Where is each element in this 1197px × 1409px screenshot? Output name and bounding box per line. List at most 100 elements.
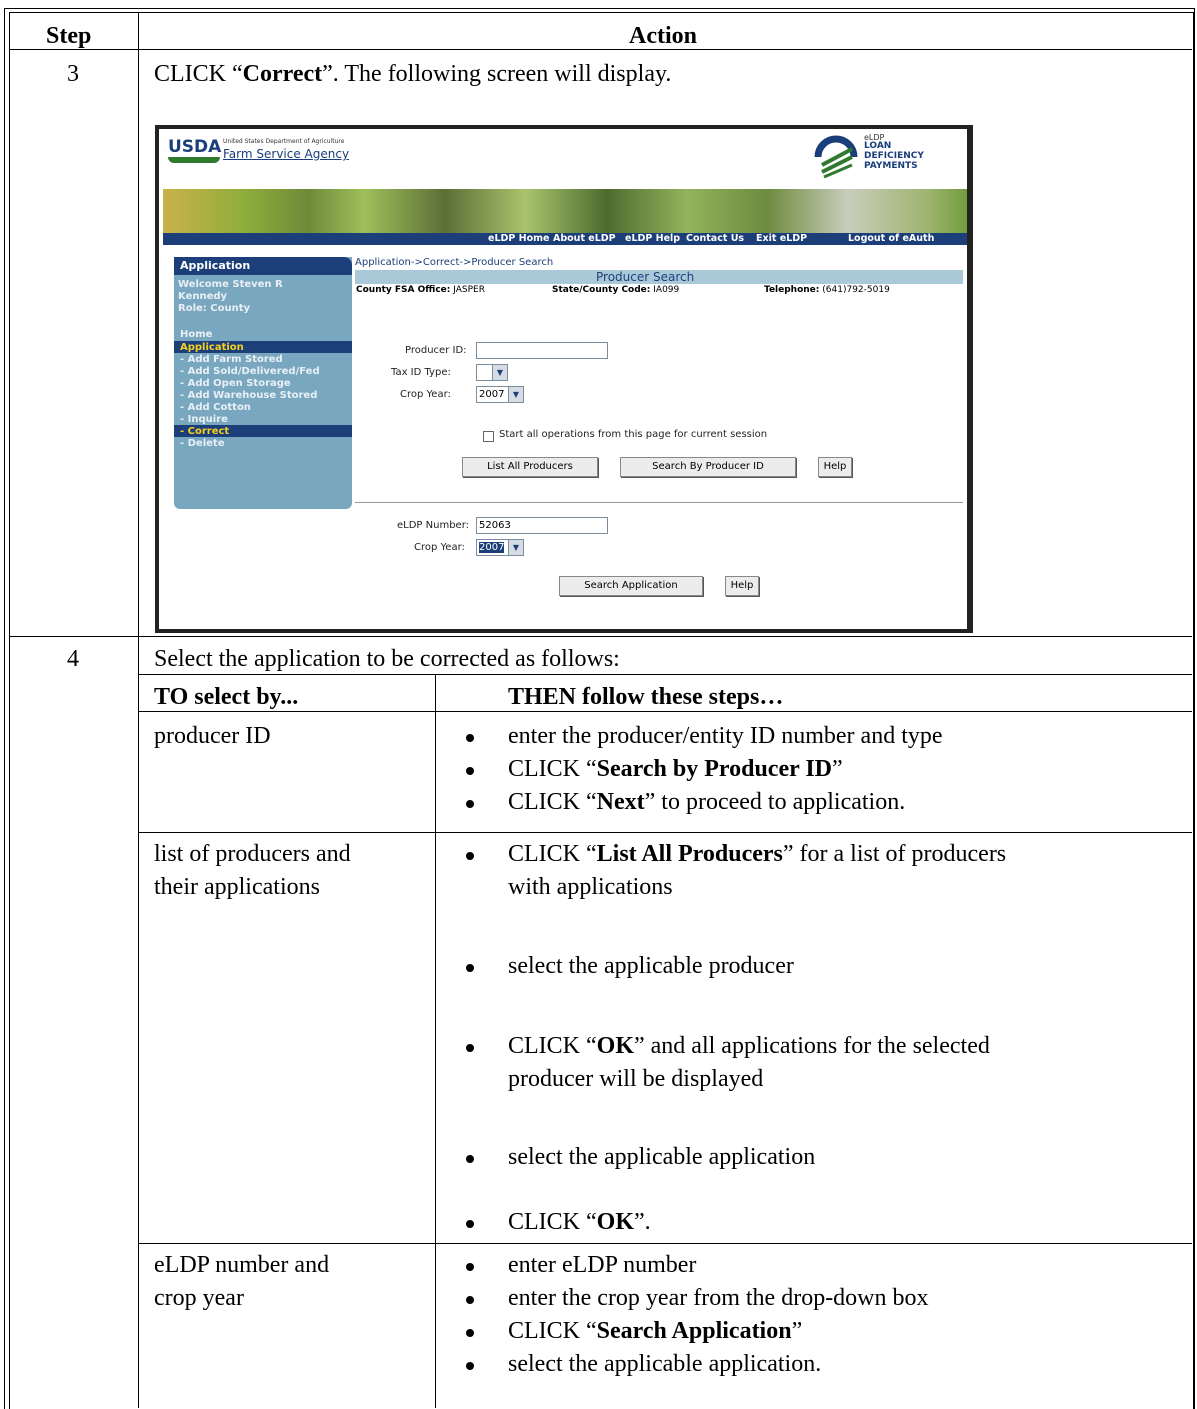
sidebar-item-delete[interactable]: - Delete bbox=[180, 438, 225, 449]
select-by-label: crop year bbox=[154, 1285, 244, 1311]
nav-contact-us[interactable]: Contact Us bbox=[686, 233, 744, 245]
search-by-producer-id-button[interactable]: Search By Producer ID bbox=[620, 457, 796, 477]
producer-id-input[interactable] bbox=[476, 342, 608, 359]
step-text: select the applicable producer bbox=[508, 953, 794, 979]
list-all-producers-button[interactable]: List All Producers bbox=[462, 457, 598, 477]
search-application-button[interactable]: Search Application bbox=[559, 576, 703, 596]
step-text: CLICK “List All Producers” for a list of… bbox=[508, 841, 1007, 867]
nav-exit-eldp[interactable]: Exit eLDP bbox=[756, 233, 807, 245]
usda-logo: USDA bbox=[168, 137, 222, 157]
usda-swoosh-icon bbox=[168, 157, 220, 163]
state-info: State/County Code: IA099 bbox=[552, 285, 680, 295]
crop-year2-select[interactable]: 2007 ▼ bbox=[476, 539, 524, 556]
eldp-logo-text: DEFICIENCY bbox=[864, 151, 924, 161]
crop-year2-label: Crop Year: bbox=[414, 542, 465, 553]
bullet-icon bbox=[466, 1296, 474, 1304]
crop-year-select[interactable]: 2007 ▼ bbox=[476, 386, 524, 403]
step-text: producer will be displayed bbox=[508, 1066, 764, 1092]
step3-instruction: CLICK “Correct”. The following screen wi… bbox=[154, 61, 672, 87]
step-number-4: 4 bbox=[67, 646, 79, 672]
screenshot-producer-search: USDA United States Department of Agricul… bbox=[155, 125, 973, 633]
eldp-number-label: eLDP Number: bbox=[397, 520, 469, 531]
nav-eldp-help[interactable]: eLDP Help bbox=[625, 233, 680, 245]
step-text: enter the crop year from the drop-down b… bbox=[508, 1285, 929, 1311]
crop-year-label: Crop Year: bbox=[400, 389, 451, 400]
col-header-select-by: TO select by... bbox=[154, 684, 299, 710]
step-text: enter the producer/entity ID number and … bbox=[508, 723, 943, 749]
bullet-icon bbox=[466, 1044, 474, 1052]
sidebar-welcome: Welcome Steven R bbox=[178, 279, 283, 290]
step-number-3: 3 bbox=[67, 61, 79, 87]
sidebar-item-add-cotton[interactable]: - Add Cotton bbox=[180, 402, 251, 413]
eldp-number-input[interactable]: 52063 bbox=[476, 517, 608, 534]
sidebar-welcome: Kennedy bbox=[178, 291, 228, 302]
sidebar-item-correct[interactable]: - Correct bbox=[180, 426, 229, 437]
bullet-icon bbox=[466, 1263, 474, 1271]
step-text: CLICK “OK”. bbox=[508, 1209, 651, 1235]
bullet-icon bbox=[466, 1155, 474, 1163]
sidebar-item-add-sold[interactable]: - Add Sold/Delivered/Fed bbox=[180, 366, 320, 377]
bullet-icon bbox=[466, 1220, 474, 1228]
eldp-logo-text: PAYMENTS bbox=[864, 161, 918, 171]
sidebar-item-home[interactable]: Home bbox=[180, 329, 212, 340]
nav-about-eldp[interactable]: About eLDP bbox=[553, 233, 616, 245]
step-text: select the applicable application. bbox=[508, 1351, 822, 1377]
eldp-logo-text: LOAN bbox=[864, 141, 892, 151]
chevron-down-icon: ▼ bbox=[508, 540, 523, 555]
header-action: Action bbox=[629, 23, 697, 49]
help-button[interactable]: Help bbox=[818, 457, 852, 477]
eldp-logo-icon bbox=[814, 135, 858, 179]
subtable-divider bbox=[435, 674, 436, 1408]
session-checkbox-label: Start all operations from this page for … bbox=[499, 429, 768, 440]
select-by-label: eLDP number and bbox=[154, 1252, 330, 1278]
page-title: Producer Search bbox=[596, 270, 695, 284]
select-by-label: their applications bbox=[154, 874, 320, 900]
sidebar-item-add-farm-stored[interactable]: - Add Farm Stored bbox=[180, 354, 283, 365]
breadcrumb: Application->Correct->Producer Search bbox=[355, 257, 554, 268]
step-text: CLICK “OK” and all applications for the … bbox=[508, 1033, 990, 1059]
step-text: CLICK “Next” to proceed to application. bbox=[508, 789, 906, 815]
bullet-icon bbox=[466, 852, 474, 860]
select-by-label: list of producers and bbox=[154, 841, 351, 867]
step-text: select the applicable application bbox=[508, 1144, 816, 1170]
row2-rule bbox=[138, 1243, 1192, 1244]
intro-rule bbox=[138, 674, 1192, 675]
sidebar-item-add-open-storage[interactable]: - Add Open Storage bbox=[180, 378, 291, 389]
top-nav: eLDP Home About eLDP eLDP Help Contact U… bbox=[163, 233, 967, 245]
step4-intro: Select the application to be corrected a… bbox=[154, 646, 620, 672]
county-info: County FSA Office: JASPER bbox=[356, 285, 485, 295]
step-text: enter eLDP number bbox=[508, 1252, 697, 1278]
bullet-icon bbox=[466, 1329, 474, 1337]
nav-eldp-home[interactable]: eLDP Home bbox=[488, 233, 549, 245]
bullet-icon bbox=[466, 767, 474, 775]
tax-id-select[interactable]: ▼ bbox=[476, 364, 508, 381]
sidebar: Application Welcome Steven R Kennedy Rol… bbox=[174, 257, 352, 509]
header-step: Step bbox=[46, 23, 92, 49]
column-divider bbox=[138, 12, 139, 1408]
agency-link[interactable]: Farm Service Agency bbox=[223, 147, 349, 161]
producer-id-label: Producer ID: bbox=[405, 345, 467, 356]
usda-subtitle: United States Department of Agriculture bbox=[223, 138, 345, 145]
phone-info: Telephone: (641)792-5019 bbox=[764, 285, 890, 295]
subhead-rule bbox=[138, 711, 1192, 712]
bullet-icon bbox=[466, 800, 474, 808]
sidebar-item-add-warehouse[interactable]: - Add Warehouse Stored bbox=[180, 390, 317, 401]
nav-logout[interactable]: Logout of eAuth bbox=[848, 233, 934, 245]
help-button-2[interactable]: Help bbox=[725, 576, 759, 596]
row1-rule bbox=[138, 832, 1192, 833]
chevron-down-icon: ▼ bbox=[492, 365, 507, 380]
sidebar-item-application[interactable]: Application bbox=[180, 342, 244, 353]
bullet-icon bbox=[466, 1362, 474, 1370]
sidebar-role: Role: County bbox=[178, 303, 251, 314]
step-text: with applications bbox=[508, 874, 673, 900]
farm-banner-image bbox=[163, 189, 967, 235]
step-text: CLICK “Search Application” bbox=[508, 1318, 803, 1344]
bullet-icon bbox=[466, 734, 474, 742]
col-header-steps: THEN follow these steps… bbox=[508, 684, 784, 710]
chevron-down-icon: ▼ bbox=[508, 387, 523, 402]
header-rule bbox=[9, 49, 1192, 50]
session-checkbox[interactable] bbox=[483, 431, 494, 442]
step-text: CLICK “Search by Producer ID” bbox=[508, 756, 843, 782]
sidebar-item-inquire[interactable]: - Inquire bbox=[180, 414, 228, 425]
select-by-label: producer ID bbox=[154, 723, 271, 749]
